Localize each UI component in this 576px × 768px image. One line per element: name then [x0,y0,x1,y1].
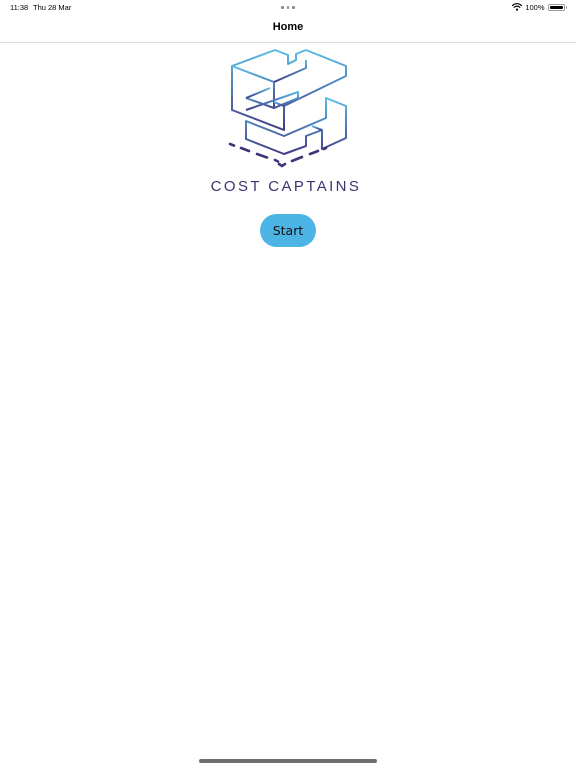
multitasking-dots-icon[interactable] [281,6,295,9]
home-indicator[interactable] [199,759,377,763]
cost-captains-logo [228,49,347,168]
page-title: Home [272,21,304,33]
battery-percent: 100% [525,2,545,12]
battery-level [549,5,563,9]
start-button[interactable]: Start [260,214,316,247]
navigation-bar: Home [0,16,576,43]
brand-name: COST CAPTAINS [210,178,362,195]
wifi-icon [512,3,523,11]
logo-dashed-base [228,142,328,168]
battery-icon [547,3,565,11]
status-time: 11:38 [10,3,29,12]
battery-nub [565,5,567,9]
status-indicators: 100% [512,2,567,12]
status-bar: 11:38 Thu 28 Mar 100% [0,0,576,16]
status-date: Thu 28 Mar [33,3,72,12]
